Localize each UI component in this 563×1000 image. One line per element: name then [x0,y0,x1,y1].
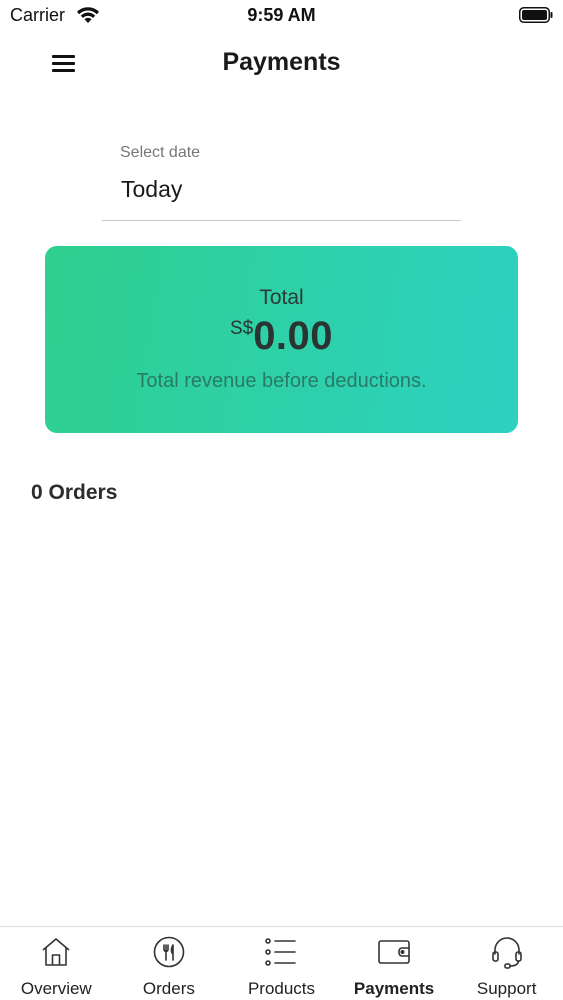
total-revenue-card: Total S$0.00 Total revenue before deduct… [45,246,518,433]
date-select-field[interactable]: Select date Today [102,138,461,221]
home-icon [42,938,70,966]
tab-overview[interactable]: Overview [0,927,113,1000]
list-icon [265,938,297,966]
tab-payments[interactable]: Payments [338,927,451,1000]
orders-count: 0 Orders [31,481,118,504]
tab-label: Products [247,979,316,998]
date-select-value: Today [121,176,183,202]
headset-icon [491,937,522,969]
clock-time: 9:59 AM [247,5,316,25]
tab-products[interactable]: Products [225,927,338,1000]
hamburger-menu-icon[interactable] [50,51,78,75]
payments-screen: Carrier 9:59 AM Payments Select date Tod… [0,0,563,1000]
tab-orders[interactable]: Orders [113,927,226,1000]
tab-bar: Overview Orders Products Payments Suppor… [0,926,563,1000]
wallet-icon [378,940,410,964]
tab-label: Overview [20,979,92,998]
total-amount: S$0.00 [45,314,518,359]
total-label: Total [259,286,304,309]
tab-support[interactable]: Support [450,927,563,1000]
tab-label: Payments [353,979,435,998]
tab-label: Orders [142,979,195,998]
total-currency: S$ [229,318,254,339]
status-bar: Carrier 9:59 AM [0,0,563,32]
total-note: Total revenue before deductions. [136,370,427,392]
page-title: Payments [222,48,341,76]
utensils-icon [153,936,185,968]
battery-icon [519,7,553,23]
date-select-label: Select date [120,144,201,161]
nav-bar: Payments [0,36,563,92]
tab-label: Support [476,979,537,998]
total-value: 0.00 [253,314,334,358]
